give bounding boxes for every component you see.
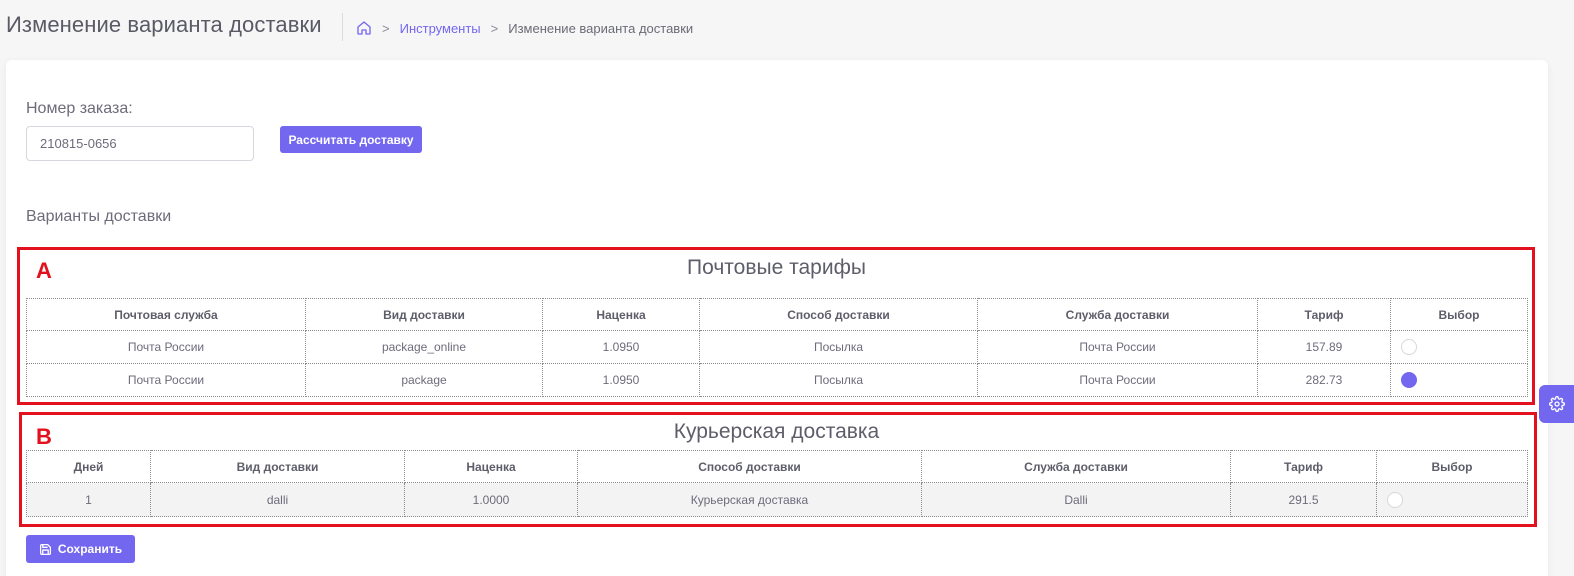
cell-postal-service: Почта России — [26, 363, 306, 397]
table-row[interactable]: Почта России package 1.0950 Посылка Почт… — [26, 363, 1528, 397]
courier-delivery-title: Курьерская доставка — [673, 420, 880, 443]
cell-days: 1 — [26, 482, 151, 517]
column-header: Служба доставки — [977, 298, 1258, 331]
settings-toggle[interactable] — [1539, 385, 1574, 423]
column-header: Вид доставки — [305, 298, 543, 331]
table-header-row: Дней Вид доставки Наценка Способ доставк… — [26, 450, 1528, 483]
breadcrumb-current: Изменение варианта доставки — [508, 20, 694, 36]
column-header: Выбор — [1376, 450, 1528, 483]
postal-tariffs-title: Почтовые тарифы — [687, 256, 866, 279]
calculate-delivery-button[interactable]: Рассчитать доставку — [280, 126, 422, 153]
page-title: Изменение варианта доставки — [6, 12, 322, 37]
cell-delivery-type: package — [305, 363, 543, 397]
breadcrumb-link-tools[interactable]: Инструменты — [400, 21, 481, 36]
cell-delivery-method: Посылка — [699, 330, 978, 364]
table-row[interactable]: Почта России package_online 1.0950 Посыл… — [26, 330, 1528, 364]
courier-delivery-table: Дней Вид доставки Наценка Способ доставк… — [26, 450, 1528, 517]
breadcrumb: > Инструменты > Изменение варианта доста… — [356, 18, 693, 38]
save-button[interactable]: Сохранить — [26, 535, 135, 563]
cell-carrier: Почта России — [977, 330, 1258, 364]
save-icon — [39, 543, 52, 556]
delivery-variants-label: Варианты доставки — [26, 208, 172, 225]
column-header: Почтовая служба — [26, 298, 306, 331]
page-header: Изменение варианта доставки > Инструмент… — [0, 0, 1574, 56]
cell-delivery-method: Курьерская доставка — [577, 482, 922, 517]
cell-select — [1376, 482, 1528, 517]
table-header-row: Почтовая служба Вид доставки Наценка Спо… — [26, 298, 1528, 331]
cell-delivery-type: dalli — [150, 482, 405, 517]
postal-tariffs-table: Почтовая служба Вид доставки Наценка Спо… — [26, 298, 1528, 397]
cell-markup: 1.0950 — [542, 363, 700, 397]
cell-postal-service: Почта России — [26, 330, 306, 364]
cell-tariff: 291.5 — [1230, 482, 1377, 517]
breadcrumb-separator: > — [382, 20, 390, 36]
cell-tariff: 282.73 — [1257, 363, 1391, 397]
gear-icon — [1548, 396, 1565, 412]
select-radio[interactable] — [1401, 372, 1417, 388]
breadcrumb-separator: > — [490, 20, 499, 36]
column-header: Тариф — [1257, 298, 1391, 331]
column-header: Выбор — [1390, 298, 1528, 331]
cell-select — [1390, 363, 1528, 397]
column-header: Дней — [26, 450, 151, 483]
order-number-input[interactable] — [26, 126, 254, 161]
save-button-label: Сохранить — [57, 542, 123, 556]
cell-carrier: Dalli — [921, 482, 1231, 517]
order-number-label: Номер заказа: — [26, 100, 133, 117]
column-header: Наценка — [404, 450, 578, 483]
column-header: Способ доставки — [577, 450, 922, 483]
column-header: Служба доставки — [921, 450, 1231, 483]
select-radio[interactable] — [1401, 339, 1417, 355]
title-divider — [342, 13, 343, 41]
home-icon[interactable] — [356, 20, 372, 36]
cell-select — [1390, 330, 1528, 364]
column-header: Наценка — [542, 298, 700, 331]
column-header: Вид доставки — [150, 450, 405, 483]
cell-markup: 1.0950 — [542, 330, 700, 364]
cell-carrier: Почта России — [977, 363, 1258, 397]
cell-markup: 1.0000 — [404, 482, 578, 517]
column-header: Способ доставки — [699, 298, 978, 331]
select-radio[interactable] — [1387, 491, 1403, 508]
cell-delivery-method: Посылка — [699, 363, 978, 397]
column-header: Тариф — [1230, 450, 1377, 483]
cell-delivery-type: package_online — [305, 330, 543, 364]
table-row[interactable]: 1 dalli 1.0000 Курьерская доставка Dalli… — [26, 482, 1528, 517]
cell-tariff: 157.89 — [1257, 330, 1391, 364]
